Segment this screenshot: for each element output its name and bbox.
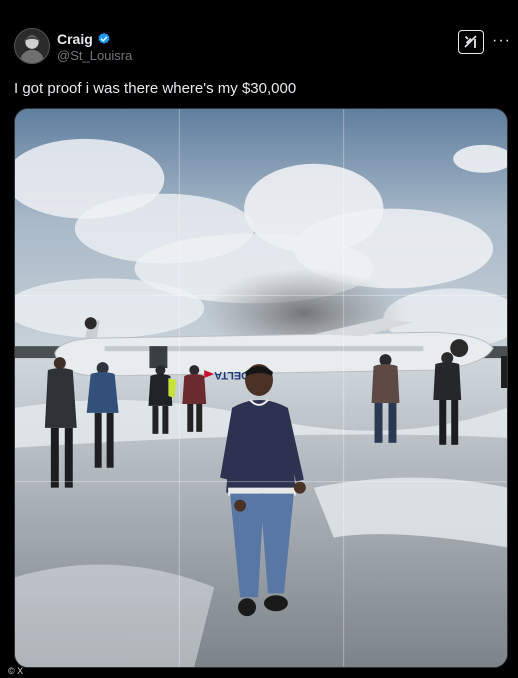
more-options-button[interactable]: ···: [492, 33, 511, 49]
author-name-row[interactable]: Craig: [57, 31, 111, 47]
verified-badge-icon: [98, 32, 110, 44]
tweet-text: I got proof i was there where's my $30,0…: [14, 80, 297, 97]
tweet-card: Craig @St_Louisra ··· I got proof i was …: [0, 0, 518, 678]
avatar[interactable]: [14, 28, 50, 64]
author-display-name[interactable]: Craig: [57, 31, 93, 47]
tweet-media-photo[interactable]: DELTA: [14, 108, 508, 668]
copyright-credit: © X: [8, 666, 24, 676]
person: [501, 356, 507, 388]
author-handle[interactable]: @St_Louisra: [57, 48, 132, 63]
aircraft-livery-text: DELTA: [214, 369, 249, 381]
grok-icon: [464, 35, 477, 48]
photo-scene: DELTA: [15, 109, 507, 667]
grok-button[interactable]: [458, 30, 484, 54]
